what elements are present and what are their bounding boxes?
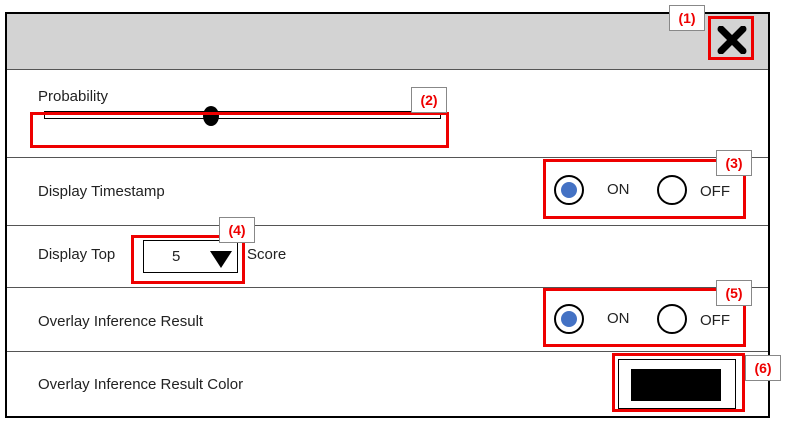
top-score-row: Display Top 5 Score — [7, 226, 768, 288]
annotation-frame-1 — [708, 16, 754, 60]
top-score-label-after: Score — [247, 246, 287, 263]
annotation-frame-2 — [30, 112, 449, 148]
overlay-color-label: Overlay Inference Result Color — [38, 376, 244, 393]
top-score-label-before: Display Top — [38, 246, 116, 263]
overlay-label: Overlay Inference Result — [38, 313, 204, 330]
annotation-callout-1: (1) — [669, 5, 705, 31]
annotation-callout-4: (4) — [219, 217, 255, 243]
annotation-callout-5: (5) — [716, 280, 752, 306]
annotation-frame-6 — [612, 353, 745, 412]
timestamp-label: Display Timestamp — [38, 183, 165, 200]
annotation-callout-2: (2) — [411, 87, 447, 113]
probability-label: Probability — [38, 88, 109, 105]
annotation-callout-3: (3) — [716, 150, 752, 176]
dialog-titlebar — [7, 14, 768, 70]
annotation-callout-6: (6) — [745, 355, 781, 381]
